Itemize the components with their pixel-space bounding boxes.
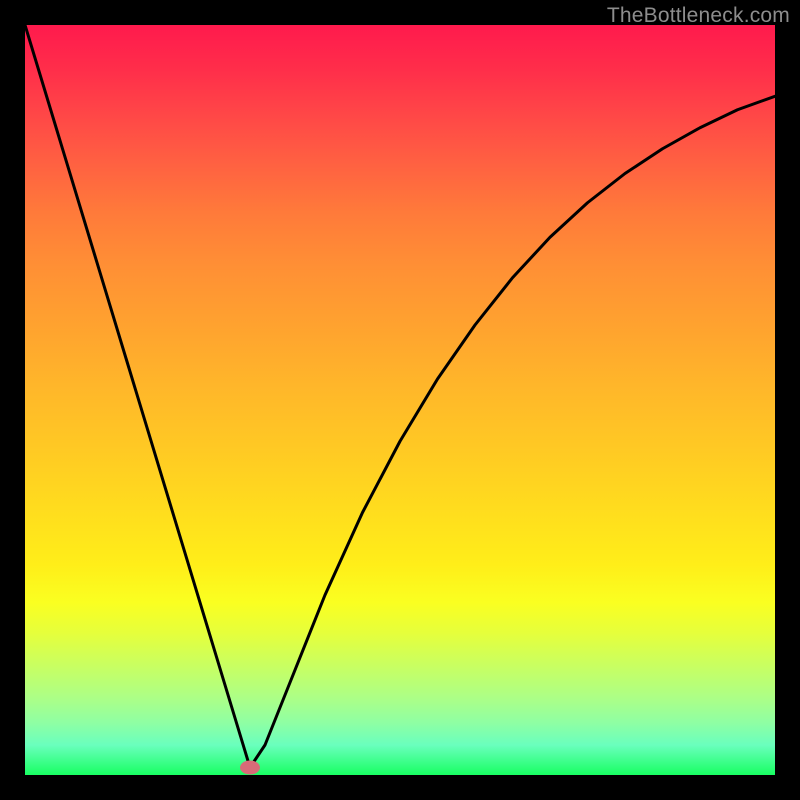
bottleneck-curve [25, 25, 775, 768]
watermark-text: TheBottleneck.com [607, 4, 790, 28]
curve-svg [25, 25, 775, 775]
chart-frame: TheBottleneck.com [0, 0, 800, 800]
plot-area [25, 25, 775, 775]
min-marker [240, 761, 260, 775]
